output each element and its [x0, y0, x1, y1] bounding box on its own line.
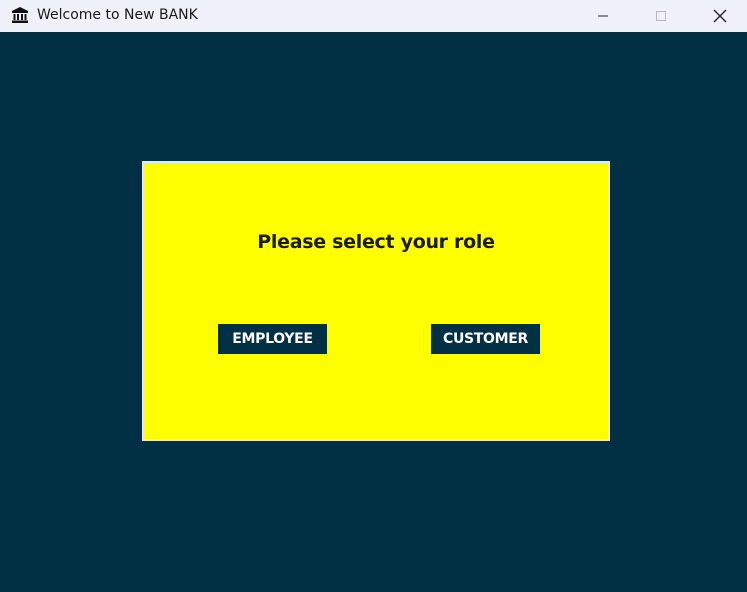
bank-icon — [11, 6, 29, 24]
role-prompt: Please select your role — [257, 231, 495, 253]
role-selection-panel: Please select your role EMPLOYEE CUSTOME… — [142, 161, 610, 441]
maximize-button[interactable] — [638, 0, 684, 32]
close-icon — [713, 9, 727, 23]
minimize-button[interactable] — [580, 0, 626, 32]
close-button[interactable] — [697, 0, 743, 32]
minimize-icon — [598, 15, 608, 17]
window-title: Welcome to New BANK — [37, 7, 198, 23]
maximize-icon — [656, 11, 666, 21]
window-client-area: Please select your role EMPLOYEE CUSTOME… — [0, 32, 747, 592]
title-bar[interactable]: Welcome to New BANK — [0, 0, 747, 32]
employee-button[interactable]: EMPLOYEE — [218, 324, 327, 354]
customer-button[interactable]: CUSTOMER — [431, 324, 540, 354]
